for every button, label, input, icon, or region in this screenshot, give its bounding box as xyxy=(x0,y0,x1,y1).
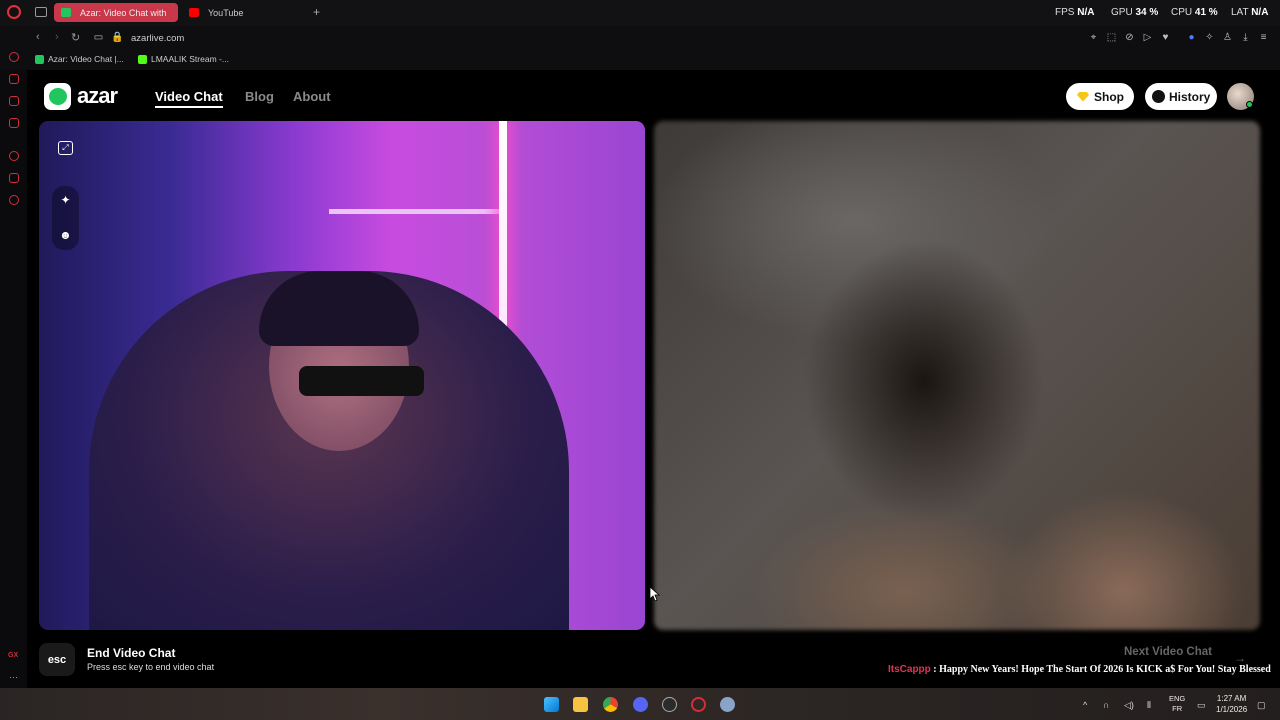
tab-islands-icon[interactable] xyxy=(35,7,47,17)
obs-icon[interactable] xyxy=(662,697,677,712)
chat-message: Happy New Years! Hope The Start Of 2026 … xyxy=(939,664,1271,675)
play-icon[interactable]: ▷ xyxy=(1142,32,1153,43)
shop-button[interactable]: Shop xyxy=(1066,83,1134,110)
sidebar-history-icon[interactable] xyxy=(9,151,19,161)
forward-icon[interactable]: › xyxy=(55,31,59,43)
notification-icon[interactable]: ▢ xyxy=(1257,700,1266,711)
reload-icon[interactable]: ↻ xyxy=(71,31,80,44)
brand-name[interactable]: azar xyxy=(77,83,118,109)
clock-icon xyxy=(1152,90,1165,103)
new-tab-button[interactable]: + xyxy=(313,5,320,19)
sidebar-settings-icon[interactable] xyxy=(9,195,19,205)
face-filter-icon[interactable]: ☻ xyxy=(58,228,73,242)
local-video-feed xyxy=(39,121,645,630)
gpu-stat: GPU 34 % xyxy=(1111,7,1159,18)
volume-icon[interactable]: ◁) xyxy=(1124,700,1134,711)
puzzle-icon[interactable]: ✧ xyxy=(1204,32,1215,43)
end-video-chat-label[interactable]: End Video Chat xyxy=(87,646,175,660)
remote-video-feed xyxy=(654,121,1260,630)
end-video-chat-hint: Press esc key to end video chat xyxy=(87,662,215,672)
kick-bookmark-icon xyxy=(138,55,147,65)
snapshot-icon[interactable]: ▭ xyxy=(93,32,104,43)
pin-icon[interactable]: ⌖ xyxy=(1088,32,1099,43)
lock-icon: 🔒 xyxy=(111,32,124,43)
stream-chat-overlay: ItsCappp : Happy New Years! Hope The Sta… xyxy=(888,664,1271,675)
chat-username: ItsCappp xyxy=(888,664,931,675)
capture-icon[interactable]: ⬚ xyxy=(1106,32,1117,43)
tab-label: Azar: Video Chat with xyxy=(80,7,167,18)
discord-icon[interactable] xyxy=(633,697,648,712)
nav-video-chat[interactable]: Video Chat xyxy=(155,89,223,108)
shield-icon[interactable]: ⊘ xyxy=(1124,32,1135,43)
sidebar-gx-label[interactable]: GX xyxy=(8,652,18,659)
language-indicator[interactable]: ENG FR xyxy=(1169,694,1185,714)
url-field[interactable]: azarlive.com xyxy=(131,33,184,44)
bookmark-lmaalik[interactable]: LMAALIK Stream -... xyxy=(138,54,229,65)
file-explorer-icon[interactable] xyxy=(573,697,588,712)
tab-youtube[interactable]: YouTube xyxy=(182,3,302,22)
sidebar-messenger-icon[interactable] xyxy=(9,74,19,84)
sidebar-ai-icon[interactable] xyxy=(9,52,19,62)
chrome-icon[interactable] xyxy=(603,697,618,712)
sidebar-music-icon[interactable] xyxy=(9,118,19,128)
headset-icon[interactable]: ∩ xyxy=(1103,700,1109,710)
windows-start-icon[interactable] xyxy=(544,697,559,712)
opera-gx-menu-icon[interactable] xyxy=(7,5,21,19)
expand-icon[interactable]: ⤢ xyxy=(58,141,73,155)
sidebar-more-icon[interactable]: ··· xyxy=(9,672,18,682)
online-status-dot xyxy=(1246,101,1253,108)
sidebar-twitch-icon[interactable] xyxy=(9,96,19,106)
lat-stat: LAT N/A xyxy=(1231,7,1269,18)
azar-favicon-icon xyxy=(61,8,71,17)
heart-icon[interactable]: ♥ xyxy=(1160,32,1171,43)
nav-blog[interactable]: Blog xyxy=(245,89,274,104)
display-icon[interactable]: ▭ xyxy=(1197,700,1206,711)
next-video-chat-button[interactable]: Next Video Chat xyxy=(1124,646,1212,658)
nav-about[interactable]: About xyxy=(293,89,331,104)
settings-icon[interactable] xyxy=(720,697,735,712)
microphone-icon[interactable]: ⦀ xyxy=(1147,700,1151,711)
tray-chevron-up-icon[interactable]: ^ xyxy=(1083,700,1087,710)
local-person-hair xyxy=(259,271,419,346)
menu-icon[interactable]: ≡ xyxy=(1258,32,1269,43)
sparkle-icon[interactable]: ✦ xyxy=(58,193,73,207)
tab-azar[interactable]: Azar: Video Chat with xyxy=(54,3,178,22)
sunglasses xyxy=(299,366,424,396)
youtube-favicon-icon xyxy=(189,8,199,17)
bookmark-azar[interactable]: Azar: Video Chat |... xyxy=(35,54,124,65)
extension-icon[interactable]: ● xyxy=(1186,32,1197,43)
history-button[interactable]: History xyxy=(1145,83,1217,110)
esc-key-button[interactable]: esc xyxy=(39,643,75,676)
profile-icon[interactable]: ♙ xyxy=(1222,32,1233,43)
sidebar-extensions-icon[interactable] xyxy=(9,173,19,183)
mouse-cursor-icon xyxy=(649,586,661,602)
fps-stat: FPS N/A xyxy=(1055,7,1095,18)
back-icon[interactable]: ‹ xyxy=(36,31,40,43)
cpu-stat: CPU 41 % xyxy=(1171,7,1218,18)
download-icon[interactable]: ⤓ xyxy=(1240,32,1251,43)
azar-bookmark-icon xyxy=(35,55,44,65)
gem-icon xyxy=(1077,91,1089,102)
system-clock[interactable]: 1:27 AM 1/1/2026 xyxy=(1216,693,1247,715)
opera-gx-icon[interactable] xyxy=(691,697,706,712)
tab-label: YouTube xyxy=(208,7,244,18)
browser-sidebar xyxy=(0,70,27,688)
azar-logo-mark xyxy=(49,88,67,105)
